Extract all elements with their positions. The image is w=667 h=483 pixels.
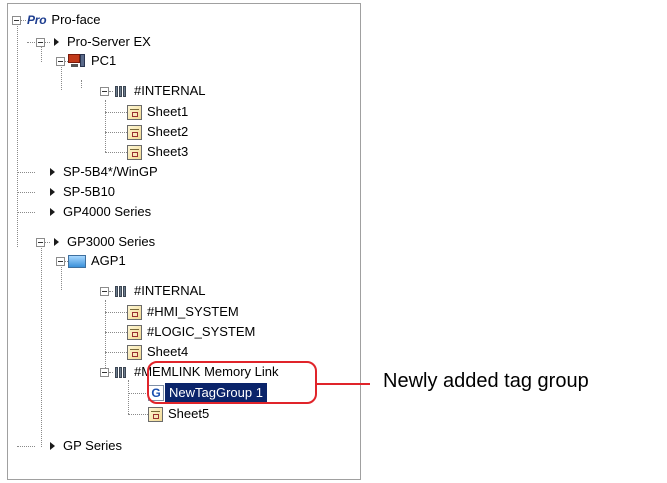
tree-node-label: Sheet1 [147,104,189,119]
tree-node-label: #INTERNAL [134,283,206,298]
tree-node-sheet4[interactable]: Sheet4 [127,342,188,362]
tree-connector [105,152,127,153]
sheet-icon [127,344,142,360]
sheet-icon [127,304,142,320]
tree-connector [17,446,35,447]
tree-node-sp-5b10[interactable]: SP-5B10 [36,182,115,202]
sheet-icon [148,406,163,422]
tree-connector [128,414,148,415]
tree-node-label: Sheet4 [147,344,189,359]
display-unit-icon [68,254,86,268]
tree-node-label: Pro-face [51,12,101,27]
callout-label: Newly added tag group [383,370,589,392]
collapse-toggle-icon[interactable] [100,86,109,96]
tree-node-gp4000[interactable]: GP4000 Series [36,202,151,222]
tree-connector [105,332,127,333]
pro-face-logo-icon: Pro [27,13,47,27]
highlight-callout-box [147,361,317,404]
tree-node-label: SP-5B4*/WinGP [63,164,158,179]
tree-node-gp3000[interactable]: GP3000 Series [36,232,155,252]
tree-connector [81,80,82,88]
device-arrow-icon [50,188,55,196]
tree-node-sheet1[interactable]: Sheet1 [127,102,188,122]
device-arrow-icon [50,208,55,216]
collapse-toggle-icon[interactable] [36,237,45,247]
device-arrow-icon [50,442,55,450]
tree-node-label: Sheet2 [147,124,189,139]
collapse-toggle-icon[interactable] [56,56,65,66]
tree-node-pc1[interactable]: PC1 [56,51,116,71]
tree-node-pro-server-ex[interactable]: Pro-Server EX [36,32,151,52]
device-arrow-icon [50,168,55,176]
tree-connector [17,22,18,247]
callout-leader-line [316,383,370,385]
collapse-toggle-icon[interactable] [56,256,65,266]
tree-node-label: GP3000 Series [67,234,156,249]
tree-node-label: #LOGIC_SYSTEM [147,324,256,339]
collapse-toggle-icon[interactable] [12,15,21,25]
tree-node-label: GP4000 Series [63,204,152,219]
tree-node-label: #INTERNAL [134,83,206,98]
tree-node-agp1-internal[interactable]: #INTERNAL [100,281,206,301]
memlink-device-icon [114,366,129,379]
sheet-icon [127,124,142,140]
tree-node-label: GP Series [63,438,123,453]
tree-node-agp1[interactable]: AGP1 [56,251,126,271]
tree-connector [17,212,35,213]
tree-connector [41,242,42,447]
tree-node-label: Sheet3 [147,144,189,159]
tree-connector [17,192,35,193]
tree-node-sp-5b4[interactable]: SP-5B4*/WinGP [36,162,158,182]
internal-device-icon [114,285,129,298]
tree-node-logic-system[interactable]: #LOGIC_SYSTEM [127,322,255,342]
tree-node-label: Pro-Server EX [67,34,151,49]
tree-connector [105,100,106,152]
tree-connector [128,393,148,394]
tree-node-label: AGP1 [91,253,126,268]
sheet-icon [127,324,142,340]
tree-node-hmi-system[interactable]: #HMI_SYSTEM [127,302,239,322]
tree-node-sheet3[interactable]: Sheet3 [127,142,188,162]
tree-node-label: PC1 [91,53,117,68]
project-tree-panel: Pro Pro-face Pro-Server EX PC1 #INTERNAL… [7,3,361,480]
tree-connector [105,312,127,313]
tree-node-sheet5[interactable]: Sheet5 [148,404,209,424]
device-arrow-icon [54,38,59,46]
tree-node-sheet2[interactable]: Sheet2 [127,122,188,142]
sheet-icon [127,144,142,160]
tree-connector [128,380,129,414]
collapse-toggle-icon[interactable] [100,286,109,296]
tree-connector [17,172,35,173]
pc-icon [68,54,86,68]
tree-connector [105,352,127,353]
internal-device-icon [114,85,129,98]
collapse-toggle-icon[interactable] [36,37,45,47]
tree-node-pro-face[interactable]: Pro Pro-face [12,10,101,30]
tree-node-label: SP-5B10 [63,184,116,199]
tree-node-label: Sheet5 [168,406,210,421]
device-arrow-icon [54,238,59,246]
tree-connector [105,112,127,113]
sheet-icon [127,104,142,120]
tree-node-label: #HMI_SYSTEM [147,304,239,319]
tree-connector [105,132,127,133]
tree-node-gp-series[interactable]: GP Series [36,436,122,456]
tree-node-pc1-internal[interactable]: #INTERNAL [100,81,206,101]
collapse-toggle-icon[interactable] [100,367,109,377]
